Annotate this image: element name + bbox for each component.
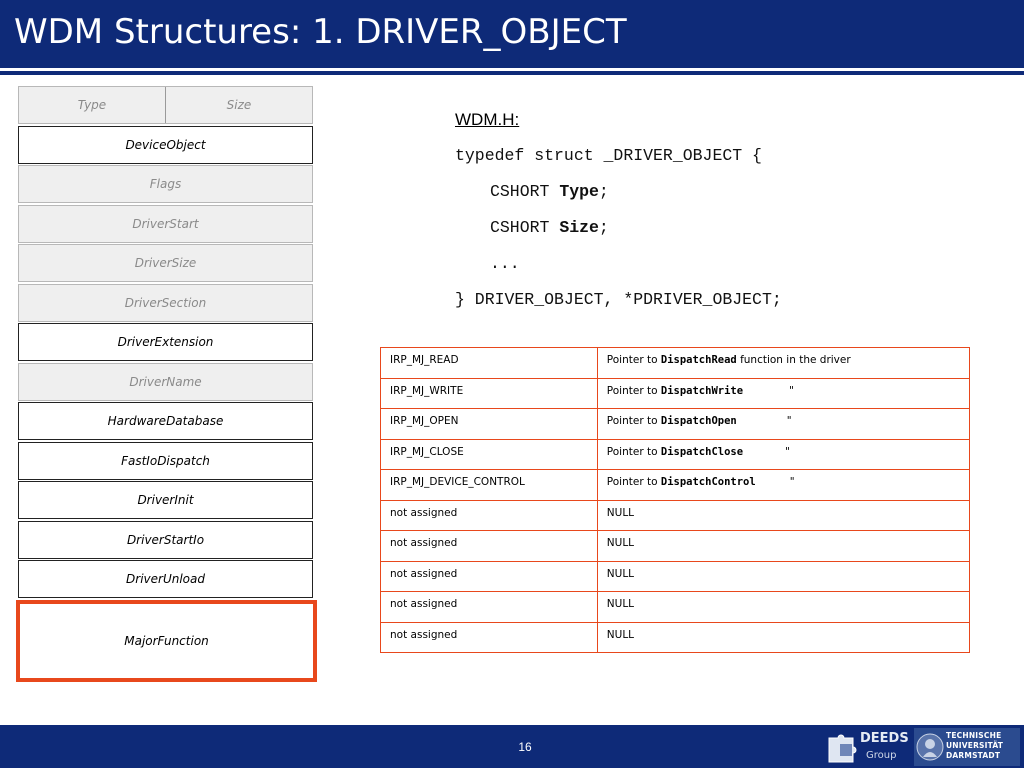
table-row: IRP_MJ_OPEN Pointer to DispatchOpen " <box>380 408 971 440</box>
tud-line-2: UNIVERSITÄT <box>946 741 1004 750</box>
irp-code-cell: IRP_MJ_OPEN <box>380 408 598 440</box>
tud-line-1: TECHNISCHE <box>946 731 1002 740</box>
irp-handler-cell: Pointer to DispatchOpen " <box>596 408 971 440</box>
struct-field-majorfunction: MajorFunction <box>16 600 317 682</box>
code-line-closing: } DRIVER_OBJECT, *PDRIVER_OBJECT; <box>455 290 782 309</box>
code-semicolon: ; <box>598 218 609 237</box>
struct-field-driversize: DriverSize <box>18 244 313 282</box>
ditto-mark: " <box>789 476 795 488</box>
irp-handler-cell: NULL <box>596 591 971 623</box>
irp-handler-cell: Pointer to DispatchWrite " <box>596 377 971 409</box>
struct-field-size: Size <box>165 87 312 123</box>
irp-code-cell: IRP_MJ_READ <box>380 347 598 379</box>
code-line-ellipsis: ... <box>490 254 520 273</box>
puzzle-icon <box>828 734 857 763</box>
handler-prefix: Pointer to <box>606 476 661 488</box>
code-semicolon: ; <box>598 182 609 201</box>
table-row: IRP_MJ_WRITE Pointer to DispatchWrite " <box>380 377 971 409</box>
struct-header-row: Type Size <box>18 86 313 124</box>
code-field-name: Size <box>559 218 599 237</box>
handler-prefix: Pointer to <box>606 384 661 397</box>
table-row: not assigned NULL <box>380 591 971 623</box>
deeds-subtitle: Group <box>866 750 897 761</box>
slide-title: WDM Structures: 1. DRIVER_OBJECT <box>14 12 627 52</box>
ditto-mark: " <box>785 445 790 458</box>
code-file-header: WDM.H: <box>455 110 520 129</box>
handler-function: DispatchOpen <box>660 415 737 427</box>
table-row: IRP_MJ_CLOSE Pointer to DispatchClose " <box>380 438 971 470</box>
tu-darmstadt-logo: TECHNISCHE UNIVERSITÄT DARMSTADT <box>914 728 1020 766</box>
irp-code-cell: not assigned <box>380 621 598 653</box>
title-divider <box>0 71 1024 75</box>
tud-line-3: DARMSTADT <box>946 751 1001 760</box>
irp-handler-cell: Pointer to DispatchRead function in the … <box>596 347 971 379</box>
code-keyword: CSHORT <box>490 218 560 237</box>
code-keyword: CSHORT <box>490 182 560 201</box>
handler-prefix: Pointer to <box>606 415 661 427</box>
struct-field-driverstartio: DriverStartIo <box>18 520 313 559</box>
handler-function: DispatchWrite <box>660 384 744 397</box>
irp-handler-cell: Pointer to DispatchClose " <box>596 438 971 470</box>
struct-field-driversection: DriverSection <box>18 283 313 322</box>
handler-prefix: Pointer to <box>606 354 661 366</box>
table-row: not assigned NULL <box>380 560 971 592</box>
irp-code-cell: not assigned <box>380 499 598 531</box>
irp-code-cell: IRP_MJ_CLOSE <box>380 438 598 470</box>
irp-code-cell: IRP_MJ_WRITE <box>380 377 598 409</box>
struct-field-driverinit: DriverInit <box>18 481 313 519</box>
struct-field-deviceobject: DeviceObject <box>18 125 313 164</box>
struct-field-hardwaredatabase: HardwareDatabase <box>18 402 313 440</box>
irp-handler-cell: Pointer to DispatchControl " <box>596 469 971 501</box>
handler-suffix: function in the driver <box>736 354 851 366</box>
struct-field-driverunload: DriverUnload <box>18 560 313 598</box>
ditto-mark: " <box>789 384 794 397</box>
table-row: IRP_MJ_DEVICE_CONTROL Pointer to Dispatc… <box>380 469 971 501</box>
title-bar: WDM Structures: 1. DRIVER_OBJECT <box>0 0 1024 68</box>
struct-field-flags: Flags <box>18 165 313 203</box>
irp-handler-cell: NULL <box>596 499 971 531</box>
table-row: not assigned NULL <box>380 530 971 562</box>
code-field-name: Type <box>559 182 599 201</box>
irp-code-cell: not assigned <box>380 560 598 592</box>
handler-prefix: Pointer to <box>606 445 661 458</box>
struct-field-fastiodispatch: FastIoDispatch <box>18 441 313 480</box>
irp-code-cell: IRP_MJ_DEVICE_CONTROL <box>380 469 598 501</box>
university-seal-icon <box>916 733 944 761</box>
struct-field-driverextension: DriverExtension <box>18 323 313 361</box>
handler-function: DispatchRead <box>660 354 737 366</box>
irp-handler-cell: NULL <box>596 530 971 562</box>
irp-handler-cell: NULL <box>596 560 971 592</box>
irp-code-cell: not assigned <box>380 591 598 623</box>
struct-field-drivername: DriverName <box>18 362 313 401</box>
table-row: not assigned NULL <box>380 621 971 653</box>
handler-function: DispatchControl <box>660 476 756 488</box>
deeds-wordmark: DEEDS <box>860 731 909 746</box>
tud-wordmark: TECHNISCHE UNIVERSITÄT DARMSTADT <box>946 731 1003 761</box>
code-line-typedef: typedef struct _DRIVER_OBJECT { <box>455 146 762 165</box>
table-row: IRP_MJ_READ Pointer to DispatchRead func… <box>380 347 971 379</box>
ditto-mark: " <box>786 415 792 427</box>
code-line-type: CSHORT Type; <box>490 182 609 201</box>
handler-function: DispatchClose <box>660 445 744 458</box>
code-line-size: CSHORT Size; <box>490 218 609 237</box>
struct-field-driverstart: DriverStart <box>18 204 313 243</box>
struct-field-type: Type <box>77 98 107 112</box>
table-row: not assigned NULL <box>380 499 971 531</box>
irp-code-cell: not assigned <box>380 530 598 562</box>
irp-handler-cell: NULL <box>596 621 971 653</box>
page-number: 16 <box>518 740 532 754</box>
deeds-group-logo: DEEDS Group <box>826 728 909 766</box>
major-function-table: IRP_MJ_READ Pointer to DispatchRead func… <box>380 347 971 653</box>
